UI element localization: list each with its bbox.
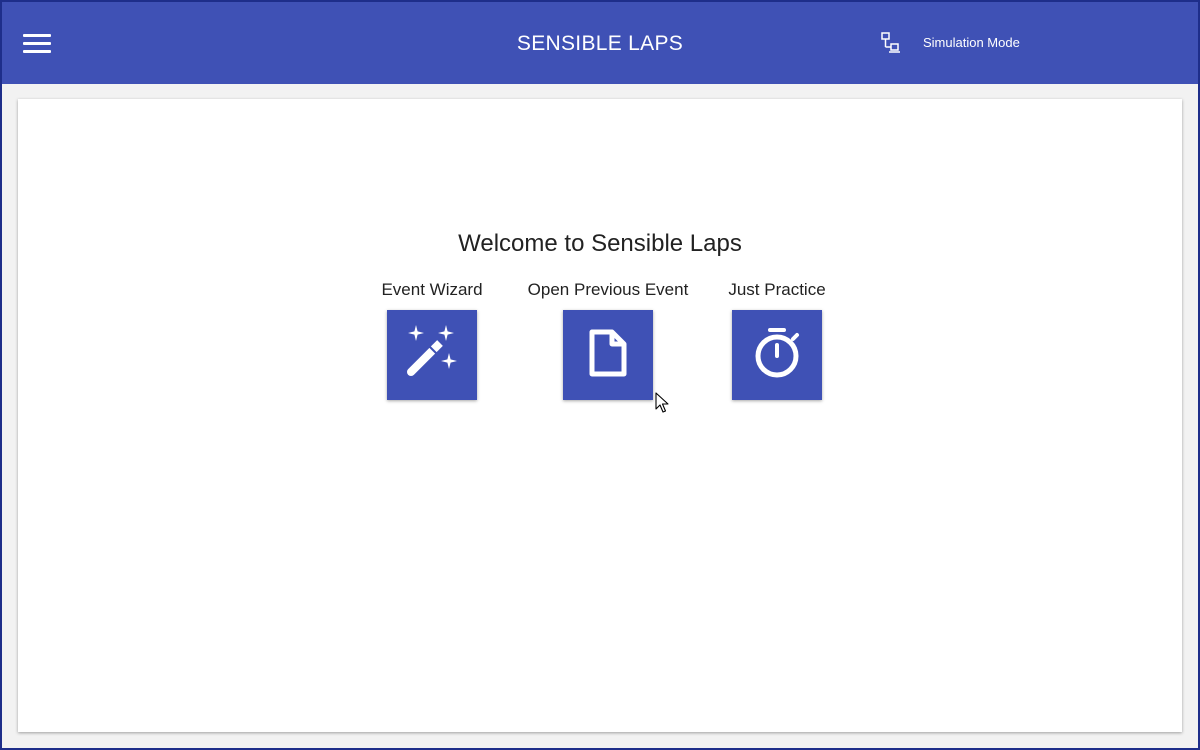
open-previous-event-action: Open Previous Event [522, 279, 694, 400]
event-wizard-label: Event Wizard [381, 280, 483, 299]
app-bar: SENSIBLE LAPS Simulation Mode [2, 2, 1198, 84]
simulation-mode-button[interactable]: Simulation Mode [878, 30, 1020, 56]
open-previous-event-button[interactable] [563, 310, 653, 400]
stopwatch-icon [749, 325, 805, 386]
app-window: SENSIBLE LAPS Simulation Mode Welcome to… [0, 0, 1200, 750]
document-icon [586, 328, 630, 383]
welcome-heading: Welcome to Sensible Laps [458, 230, 742, 257]
magic-wand-icon [402, 323, 462, 388]
just-practice-action: Just Practice [722, 279, 832, 400]
simulation-mode-label: Simulation Mode [923, 35, 1020, 50]
just-practice-button[interactable] [732, 310, 822, 400]
event-wizard-button[interactable] [387, 310, 477, 400]
event-wizard-action: Event Wizard [370, 279, 494, 400]
main-card: Welcome to Sensible Laps Event Wizard Op… [18, 99, 1182, 732]
mouse-cursor-icon [655, 392, 669, 413]
open-previous-event-label: Open Previous Event [527, 280, 689, 299]
just-practice-label: Just Practice [728, 280, 826, 299]
network-icon [878, 30, 904, 56]
